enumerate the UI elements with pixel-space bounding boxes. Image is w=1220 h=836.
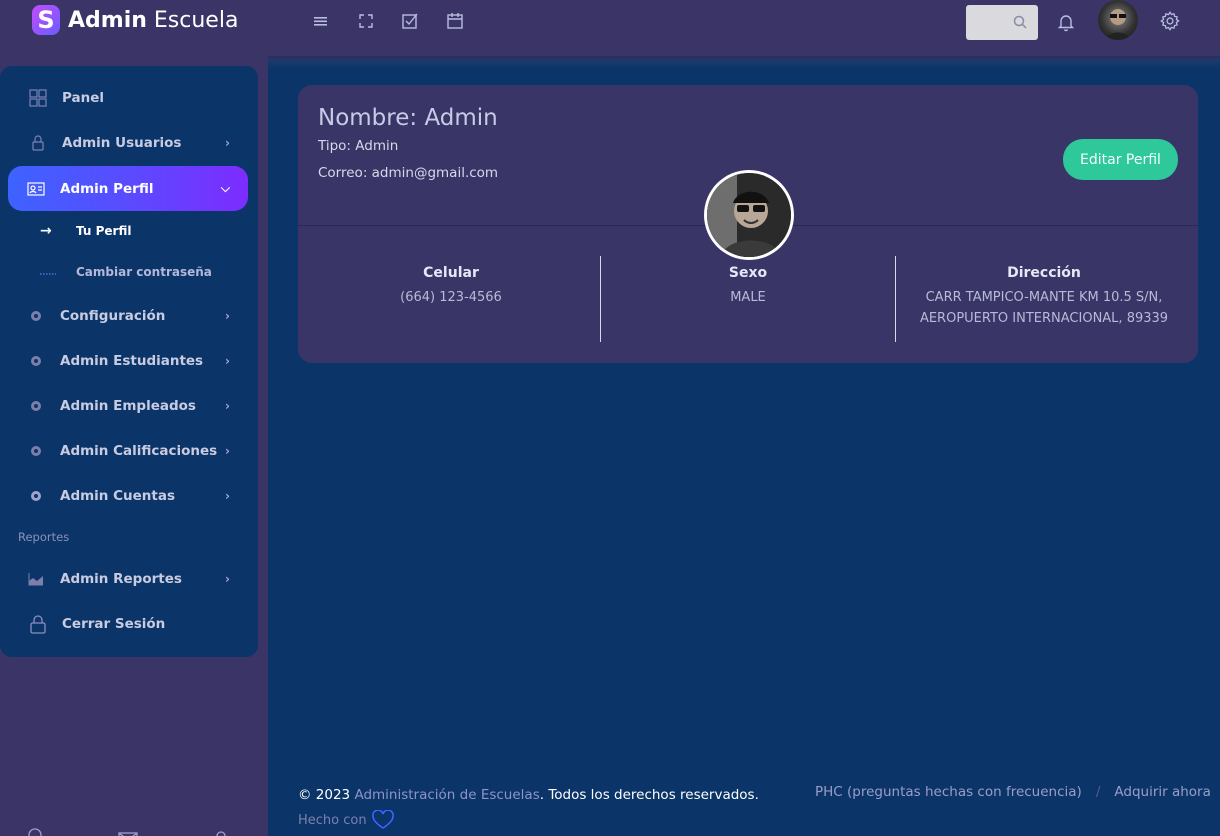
- chevron-down-icon: ⌵: [220, 181, 230, 195]
- gear-icon: [26, 444, 46, 458]
- avatar[interactable]: [1098, 0, 1138, 40]
- sidebar-item-label: Admin Empleados: [60, 397, 196, 414]
- arrow-right-icon: →: [40, 223, 52, 239]
- chart-icon: [26, 572, 46, 586]
- footer-link[interactable]: Administración de Escuelas: [354, 787, 539, 803]
- sidebar-subitem-cambiar-contrasena[interactable]: Cambiar contraseña: [40, 262, 212, 282]
- calendar-icon[interactable]: [444, 10, 466, 32]
- footer-made-with: Hecho con: [298, 810, 395, 830]
- sidebar-item-admin-cuentas[interactable]: Admin Cuentas ›: [8, 473, 248, 518]
- sidebar-item-label: Admin Estudiantes: [60, 352, 204, 369]
- lock-icon: [28, 614, 48, 634]
- bell-icon[interactable]: [1055, 11, 1077, 33]
- sexo-heading: Sexo: [728, 265, 768, 281]
- chevron-right-icon: ›: [225, 308, 230, 323]
- brand-logo: S: [32, 5, 60, 35]
- direccion-line-1: CARR TAMPICO-MANTE KM 10.5 S/N,: [925, 290, 1163, 305]
- sidebar: Panel Admin Usuarios › Admin Perfil ⌵ → …: [0, 66, 258, 657]
- profile-email: Correo: admin@gmail.com: [318, 165, 499, 181]
- direccion-line-2: AEROPUERTO INTERNACIONAL, 89339: [919, 311, 1169, 326]
- id-card-icon: [26, 181, 46, 196]
- chevron-right-icon: ›: [225, 443, 230, 458]
- made-with-text: Hecho con: [298, 812, 367, 828]
- brand-title: Admin Escuela: [68, 7, 239, 33]
- gear-icon[interactable]: [1159, 10, 1181, 32]
- direccion-heading: Dirección: [1007, 265, 1081, 281]
- celular-value: (664) 123-4566: [400, 290, 502, 305]
- heart-icon: [371, 810, 394, 829]
- rights-text: . Todos los derechos reservados.: [539, 787, 759, 803]
- gear-icon: [26, 489, 46, 503]
- gear-icon: [26, 309, 46, 323]
- sidebar-item-admin-perfil[interactable]: Admin Perfil ⌵: [8, 166, 248, 211]
- menu-icon[interactable]: [310, 10, 332, 32]
- chevron-right-icon: ›: [225, 488, 230, 503]
- column-divider: [895, 256, 896, 342]
- sidebar-item-label: Admin Cuentas: [60, 487, 176, 504]
- dashboard-icon: [28, 88, 48, 107]
- chevron-right-icon: ›: [225, 571, 230, 586]
- profile-type: Tipo: Admin: [318, 138, 399, 154]
- sidebar-item-label: Admin Usuarios: [62, 134, 182, 151]
- gear-icon: [26, 354, 46, 368]
- dots-icon: [40, 264, 60, 280]
- celular-heading: Celular: [423, 265, 479, 281]
- sidebar-item-admin-estudiantes[interactable]: Admin Estudiantes ›: [8, 338, 248, 383]
- sidebar-item-label: Admin Calificaciones: [60, 442, 218, 459]
- section-label-reportes: Reportes: [18, 530, 70, 544]
- top-navbar: S Admin Escuela: [0, 0, 1220, 56]
- sexo-column: Sexo MALE: [648, 265, 848, 308]
- direccion-value: CARR TAMPICO-MANTE KM 10.5 S/N, AEROPUER…: [904, 287, 1184, 329]
- sidebar-item-admin-usuarios[interactable]: Admin Usuarios ›: [8, 120, 248, 165]
- copyright-text: © 2023: [298, 787, 355, 803]
- buy-now-link[interactable]: Adquirir ahora: [1114, 784, 1211, 800]
- chevron-right-icon: ›: [225, 135, 230, 150]
- sidebar-item-admin-empleados[interactable]: Admin Empleados ›: [8, 383, 248, 428]
- profile-card: Nombre: Admin Tipo: Admin Correo: admin@…: [298, 85, 1198, 363]
- checkbox-icon[interactable]: [399, 10, 421, 32]
- chevron-right-icon: ›: [225, 353, 230, 368]
- sidebar-item-label: Configuración: [60, 307, 166, 324]
- column-divider: [600, 256, 601, 342]
- sidebar-item-admin-reportes[interactable]: Admin Reportes ›: [8, 556, 248, 601]
- sidebar-subitem-label: Cambiar contraseña: [76, 265, 212, 279]
- settings-icon[interactable]: [26, 824, 44, 836]
- direccion-column: Dirección CARR TAMPICO-MANTE KM 10.5 S/N…: [904, 265, 1184, 329]
- sidebar-item-configuracion[interactable]: Configuración ›: [8, 293, 248, 338]
- search-icon: [1013, 15, 1027, 29]
- sexo-value: MALE: [730, 290, 766, 305]
- profile-avatar: [704, 170, 794, 260]
- sidebar-subitem-label: Tu Perfil: [76, 224, 132, 238]
- gear-icon: [26, 399, 46, 413]
- main-top-shadow: [268, 56, 1220, 68]
- sidebar-subitem-tu-perfil[interactable]: → Tu Perfil: [40, 221, 131, 241]
- footer-links: PHC (preguntas hechas con frecuencia) / …: [815, 784, 1211, 800]
- chevron-right-icon: ›: [225, 398, 230, 413]
- sidebar-item-admin-calificaciones[interactable]: Admin Calificaciones ›: [8, 428, 248, 473]
- brand[interactable]: S Admin Escuela: [32, 4, 238, 36]
- sidebar-item-label: Panel: [62, 89, 105, 106]
- footer-separator: /: [1095, 784, 1101, 800]
- mail-icon[interactable]: [118, 827, 138, 836]
- lock-icon: [28, 134, 48, 152]
- sidebar-item-label: Admin Perfil: [60, 180, 154, 197]
- profile-name: Nombre: Admin: [318, 105, 498, 131]
- sidebar-item-label: Admin Reportes: [60, 570, 182, 587]
- fullscreen-icon[interactable]: [355, 10, 377, 32]
- lock-small-icon[interactable]: [214, 826, 228, 836]
- sidebar-item-cerrar-sesion[interactable]: Cerrar Sesión: [8, 601, 248, 646]
- faq-link[interactable]: PHC (preguntas hechas con frecuencia): [815, 784, 1082, 800]
- celular-column: Celular (664) 123-4566: [351, 265, 551, 308]
- footer-copyright: © 2023 Administración de Escuelas. Todos…: [298, 787, 759, 803]
- edit-profile-button[interactable]: Editar Perfil: [1063, 139, 1178, 180]
- search-input[interactable]: [966, 5, 1038, 40]
- sidebar-item-label: Cerrar Sesión: [62, 615, 166, 632]
- sidebar-item-panel[interactable]: Panel: [8, 75, 248, 120]
